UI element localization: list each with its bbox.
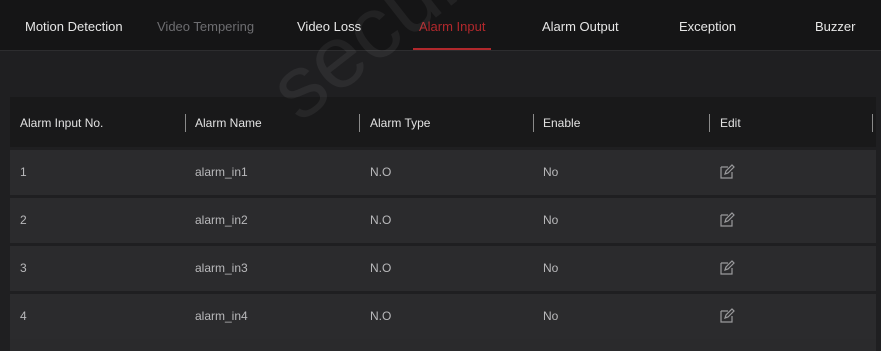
cell-alarm-input-no: 2 bbox=[20, 213, 27, 227]
edit-icon[interactable] bbox=[719, 212, 735, 228]
alarm-input-table: Alarm Input No. Alarm Name Alarm Type En… bbox=[10, 97, 876, 351]
tab-motion-detection[interactable]: Motion Detection bbox=[25, 0, 123, 50]
header-divider bbox=[872, 114, 873, 132]
cell-alarm-input-no: 1 bbox=[20, 165, 27, 179]
table-row[interactable]: 4 alarm_in4 N.O No bbox=[10, 291, 876, 339]
cell-alarm-type: N.O bbox=[370, 213, 392, 227]
header-enable: Enable bbox=[543, 116, 581, 130]
toolbar-area bbox=[0, 51, 881, 97]
table-row[interactable]: 2 alarm_in2 N.O No bbox=[10, 195, 876, 243]
tab-alarm-output[interactable]: Alarm Output bbox=[542, 0, 619, 50]
tab-buzzer[interactable]: Buzzer bbox=[815, 0, 855, 50]
cell-alarm-type: N.O bbox=[370, 165, 392, 179]
edit-icon[interactable] bbox=[719, 260, 735, 276]
cell-enable: No bbox=[543, 213, 559, 227]
cell-alarm-type: N.O bbox=[370, 309, 392, 323]
edit-icon[interactable] bbox=[719, 308, 735, 324]
table-header: Alarm Input No. Alarm Name Alarm Type En… bbox=[10, 97, 876, 147]
tab-exception[interactable]: Exception bbox=[679, 0, 736, 50]
header-edit: Edit bbox=[720, 116, 741, 130]
tab-video-loss[interactable]: Video Loss bbox=[297, 0, 361, 50]
cell-alarm-input-no: 4 bbox=[20, 309, 27, 323]
cell-alarm-name: alarm_in2 bbox=[195, 213, 248, 227]
cell-alarm-name: alarm_in3 bbox=[195, 261, 248, 275]
header-divider bbox=[359, 114, 360, 132]
cell-alarm-input-no: 3 bbox=[20, 261, 27, 275]
cell-alarm-name: alarm_in1 bbox=[195, 165, 248, 179]
cell-enable: No bbox=[543, 165, 559, 179]
header-alarm-type: Alarm Type bbox=[370, 116, 431, 130]
cell-enable: No bbox=[543, 309, 559, 323]
cell-enable: No bbox=[543, 261, 559, 275]
table-row[interactable]: 3 alarm_in3 N.O No bbox=[10, 243, 876, 291]
tab-bar: Motion Detection Video Tempering Video L… bbox=[0, 0, 881, 51]
header-divider bbox=[533, 114, 534, 132]
table-row[interactable]: 1 alarm_in1 N.O No bbox=[10, 147, 876, 195]
header-divider bbox=[185, 114, 186, 132]
header-alarm-name: Alarm Name bbox=[195, 116, 262, 130]
edit-icon[interactable] bbox=[719, 164, 735, 180]
cell-alarm-type: N.O bbox=[370, 261, 392, 275]
cell-alarm-name: alarm_in4 bbox=[195, 309, 248, 323]
header-alarm-input-no: Alarm Input No. bbox=[20, 116, 104, 130]
tab-alarm-input[interactable]: Alarm Input bbox=[412, 0, 493, 50]
header-divider bbox=[709, 114, 710, 132]
tab-video-tempering: Video Tempering bbox=[157, 19, 255, 34]
